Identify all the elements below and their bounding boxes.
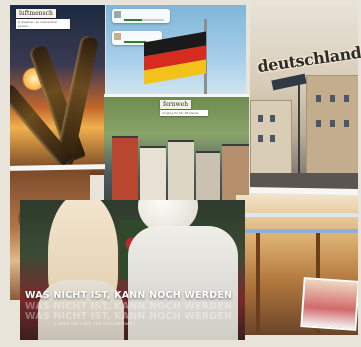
fernweh-town-photo: fernweh longing for far-off places [104, 96, 249, 206]
window [316, 120, 321, 127]
album-thumbnail [114, 33, 121, 40]
wooden-beam [256, 233, 260, 333]
window [344, 95, 349, 102]
window [258, 135, 263, 142]
timber-house [112, 136, 138, 206]
garland [236, 213, 358, 217]
sunset-bottles-photo: luftmensch a dreamer; an impractical per… [10, 5, 105, 175]
german-flag-photo [106, 5, 246, 100]
deutschland-street-photo [250, 5, 358, 190]
street-sign [271, 73, 307, 91]
music-player-widget[interactable] [112, 9, 170, 23]
garland [236, 229, 358, 233]
moodboard-collage: luftmensch a dreamer; an impractical per… [0, 0, 361, 347]
window [316, 95, 321, 102]
timber-house [196, 151, 220, 206]
window [330, 95, 335, 102]
window [258, 115, 263, 122]
window [270, 135, 275, 142]
inset-photo [300, 277, 358, 331]
luftmensch-caption: a dreamer; an impractical person [16, 19, 70, 29]
fernweh-caption: longing for far-off places [160, 110, 208, 116]
timber-house [168, 140, 194, 206]
man-shirt [128, 226, 238, 340]
progress-fill [124, 41, 146, 43]
quote-translation: ( WHAT ISN'T YET, CAN STILL BECOME ) [55, 322, 136, 326]
progress-track[interactable] [124, 19, 164, 21]
quote-main: WAS NICHT IST, KANN NOCH WERDEN [25, 290, 233, 301]
window [330, 120, 335, 127]
oktoberfest-photo [236, 195, 358, 335]
progress-fill [124, 19, 142, 21]
sign-pole [298, 85, 300, 185]
window [344, 120, 349, 127]
timber-house [140, 146, 166, 206]
torn-paper-edge [104, 94, 249, 97]
fernweh-label: fernweh [160, 100, 192, 109]
quote-echo: WAS NICHT IST, KANN NOCH WERDEN [25, 311, 233, 322]
window [270, 115, 275, 122]
torn-paper-edge [249, 187, 359, 195]
luftmensch-label: luftmensch [16, 9, 56, 18]
album-thumbnail [114, 11, 121, 18]
